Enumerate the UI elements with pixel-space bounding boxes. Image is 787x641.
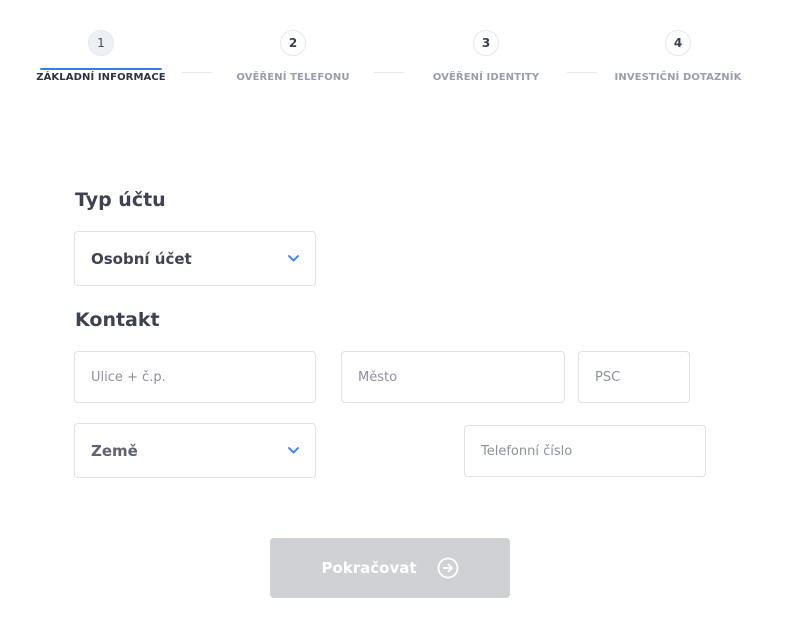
step-number: 4 [665,30,691,56]
step-phone-verification[interactable]: 2 OVĚŘENÍ TELEFONU [213,30,373,83]
step-connector [374,72,404,73]
contact-heading: Kontakt [75,309,160,331]
chevron-down-icon [287,253,299,265]
city-field[interactable] [341,351,565,403]
step-number: 3 [473,30,499,56]
continue-label: Pokračovat [321,559,417,577]
step-identity-verification[interactable]: 3 OVĚŘENÍ IDENTITY [406,30,566,83]
account-type-value: Osobní účet [91,249,192,268]
step-label: ZÁKLADNÍ INFORMACE [36,72,166,83]
arrow-right-circle-icon [437,557,459,579]
continue-button[interactable]: Pokračovat [270,538,510,598]
step-label: OVĚŘENÍ IDENTITY [432,72,540,83]
city-input[interactable] [358,369,548,385]
step-connector [182,72,212,73]
registration-page: 1 ZÁKLADNÍ INFORMACE 2 OVĚŘENÍ TELEFONU … [0,0,787,641]
account-type-select[interactable]: Osobní účet [74,231,316,286]
step-label: OVĚŘENÍ TELEFONU [236,72,350,83]
country-select[interactable]: Země [74,423,316,478]
street-input[interactable] [91,369,299,385]
step-basic-info[interactable]: 1 ZÁKLADNÍ INFORMACE [21,30,181,83]
account-type-heading: Typ účtu [75,189,166,211]
chevron-down-icon [287,445,299,457]
step-number: 2 [280,30,306,56]
step-label: INVESTIČNÍ DOTAZNÍK [614,72,742,83]
street-field[interactable] [74,351,316,403]
phone-input[interactable] [481,443,689,459]
active-step-indicator [40,68,162,70]
step-connector [567,72,597,73]
zip-input[interactable] [595,369,673,385]
zip-field[interactable] [578,351,690,403]
step-investment-questionnaire[interactable]: 4 INVESTIČNÍ DOTAZNÍK [598,30,758,83]
country-value: Země [91,441,138,460]
step-number: 1 [88,30,114,56]
phone-field[interactable] [464,425,706,477]
